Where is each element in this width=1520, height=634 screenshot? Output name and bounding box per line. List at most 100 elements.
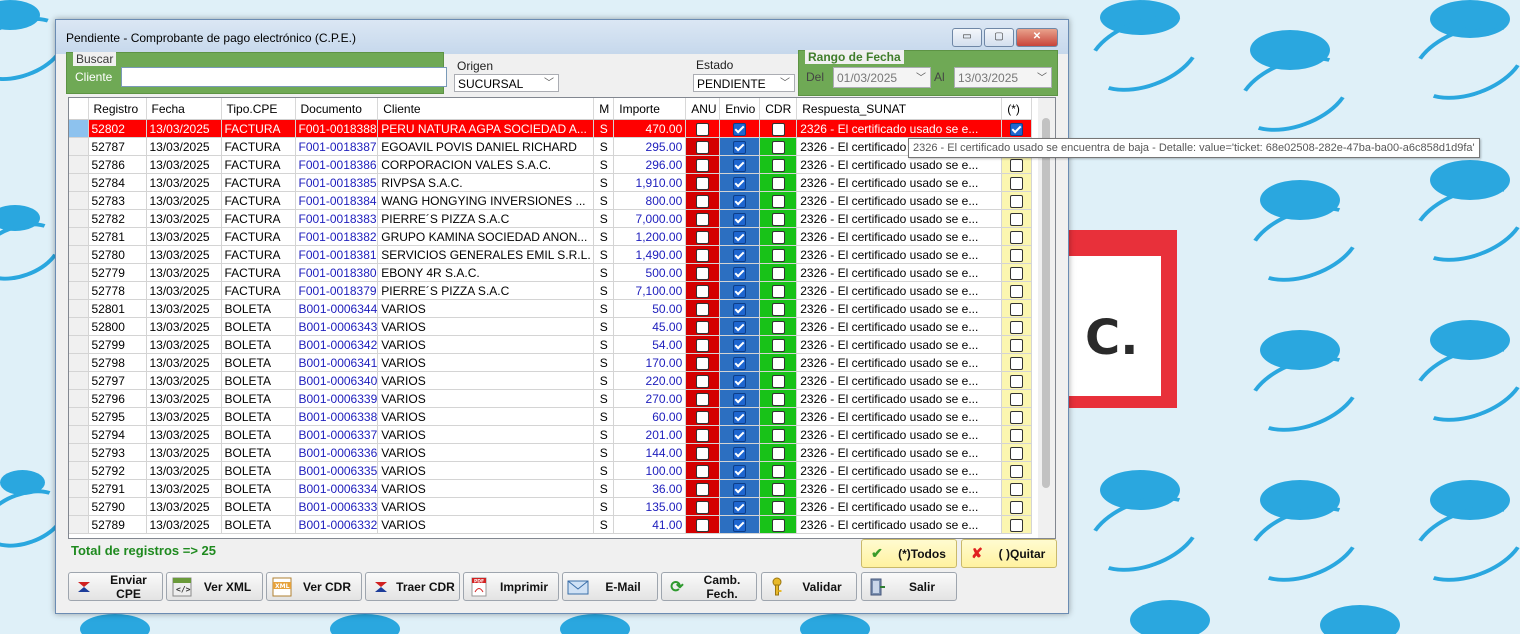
imprimir-button[interactable]: PDF Imprimir [463,572,559,601]
anu-checkbox[interactable] [696,482,710,496]
select-checkbox[interactable] [1010,158,1024,172]
title-bar[interactable]: Pendiente - Comprobante de pago electrón… [56,20,1068,54]
table-row[interactable]: 52801 13/03/2025 BOLETA B001-0006344 VARIOS S… [69,299,1033,318]
email-button[interactable]: E-Mail [562,572,658,601]
cdr-checkbox[interactable] [771,194,785,208]
table-row[interactable]: 52781 13/03/2025 FACTURA F001-0018382 GRUPO … [69,227,1033,246]
col-tipo-cpe[interactable]: Tipo.CPE [221,98,296,120]
envio-checkbox[interactable] [733,140,747,154]
envio-checkbox[interactable] [733,248,747,262]
row-indicator[interactable] [69,263,89,282]
select-checkbox[interactable] [1010,518,1024,532]
table-row[interactable]: 52783 13/03/2025 FACTURA F001-0018384 WANG H… [69,191,1033,210]
envio-checkbox[interactable] [733,176,747,190]
select-checkbox[interactable] [1010,374,1024,388]
table-row[interactable]: 52790 13/03/2025 BOLETA B001-0006333 VARIOS S… [69,497,1033,516]
traer-cdr-button[interactable]: Traer CDR [365,572,460,601]
select-checkbox[interactable] [1010,410,1024,424]
cdr-checkbox[interactable] [771,302,785,316]
table-row[interactable]: 52778 13/03/2025 FACTURA F001-0018379 PIERRE… [69,281,1033,300]
select-checkbox[interactable] [1010,320,1024,334]
anu-checkbox[interactable] [696,356,710,370]
col-importe[interactable]: Importe [613,98,687,120]
anu-checkbox[interactable] [696,392,710,406]
cdr-checkbox[interactable] [771,248,785,262]
row-indicator[interactable] [69,389,89,408]
col-fecha[interactable]: Fecha [146,98,222,120]
anu-checkbox[interactable] [696,320,710,334]
select-checkbox[interactable] [1010,482,1024,496]
table-row[interactable]: 52797 13/03/2025 BOLETA B001-0006340 VARIOS S… [69,371,1033,390]
cambiar-fecha-button[interactable]: ⟳ Camb. Fech. [661,572,757,601]
cdr-checkbox[interactable] [771,500,785,514]
envio-checkbox[interactable] [733,446,747,460]
row-indicator[interactable] [69,119,89,138]
table-row[interactable]: 52802 13/03/2025 FACTURA F001-0018388 PERU N… [69,119,1033,138]
col-registro[interactable]: Registro [88,98,147,120]
cdr-checkbox[interactable] [771,140,785,154]
table-row[interactable]: 52800 13/03/2025 BOLETA B001-0006343 VARIOS S… [69,317,1033,336]
envio-checkbox[interactable] [733,122,747,136]
cdr-checkbox[interactable] [771,338,785,352]
select-checkbox[interactable] [1010,284,1024,298]
row-indicator[interactable] [69,227,89,246]
envio-checkbox[interactable] [733,500,747,514]
minimize-button[interactable]: ▭ [952,28,982,47]
select-checkbox[interactable] [1010,194,1024,208]
row-indicator[interactable] [69,209,89,228]
fecha-al-picker[interactable]: 13/03/2025 ﹀ [954,67,1052,88]
scrollbar-thumb[interactable] [1042,118,1050,488]
row-indicator[interactable] [69,353,89,372]
table-row[interactable]: 52795 13/03/2025 BOLETA B001-0006338 VARIOS S… [69,407,1033,426]
table-row[interactable]: 52792 13/03/2025 BOLETA B001-0006335 VARIOS S… [69,461,1033,480]
table-row[interactable]: 52786 13/03/2025 FACTURA F001-0018386 CORPOR… [69,155,1033,174]
cdr-checkbox[interactable] [771,392,785,406]
anu-checkbox[interactable] [696,194,710,208]
select-checkbox[interactable] [1010,212,1024,226]
table-row[interactable]: 52784 13/03/2025 FACTURA F001-0018385 RIVPSA… [69,173,1033,192]
col-select[interactable]: (*) [1001,98,1033,120]
cdr-checkbox[interactable] [771,212,785,226]
table-row[interactable]: 52780 13/03/2025 FACTURA F001-0018381 SERVIC… [69,245,1033,264]
envio-checkbox[interactable] [733,464,747,478]
anu-checkbox[interactable] [696,212,710,226]
row-indicator[interactable] [69,191,89,210]
envio-checkbox[interactable] [733,194,747,208]
anu-checkbox[interactable] [696,338,710,352]
row-indicator[interactable] [69,515,89,534]
envio-checkbox[interactable] [733,392,747,406]
select-checkbox[interactable] [1010,500,1024,514]
anu-checkbox[interactable] [696,158,710,172]
anu-checkbox[interactable] [696,122,710,136]
anu-checkbox[interactable] [696,446,710,460]
select-checkbox[interactable] [1010,266,1024,280]
col-m[interactable]: M [593,98,615,120]
cdr-checkbox[interactable] [771,176,785,190]
cdr-checkbox[interactable] [771,374,785,388]
anu-checkbox[interactable] [696,428,710,442]
fecha-del-picker[interactable]: 01/03/2025 ﹀ [833,67,931,88]
row-indicator[interactable] [69,425,89,444]
select-checkbox[interactable] [1010,176,1024,190]
col-cdr[interactable]: CDR [759,98,798,120]
envio-checkbox[interactable] [733,482,747,496]
row-indicator[interactable] [69,371,89,390]
select-checkbox[interactable] [1010,230,1024,244]
anu-checkbox[interactable] [696,500,710,514]
enviar-cpe-button[interactable]: Enviar CPE [68,572,163,601]
envio-checkbox[interactable] [733,428,747,442]
cdr-checkbox[interactable] [771,320,785,334]
select-checkbox[interactable] [1010,302,1024,316]
ver-xml-button[interactable]: </> Ver XML [166,572,263,601]
table-row[interactable]: 52789 13/03/2025 BOLETA B001-0006332 VARIOS S… [69,515,1033,534]
envio-checkbox[interactable] [733,302,747,316]
anu-checkbox[interactable] [696,518,710,532]
origen-select[interactable]: SUCURSAL ﹀ [454,74,559,92]
estado-select[interactable]: PENDIENTE ﹀ [693,74,795,92]
row-indicator[interactable] [69,155,89,174]
col-documento[interactable]: Documento [295,98,379,120]
anu-checkbox[interactable] [696,176,710,190]
select-checkbox[interactable] [1010,464,1024,478]
select-checkbox[interactable] [1010,356,1024,370]
validar-button[interactable]: Validar [761,572,857,601]
